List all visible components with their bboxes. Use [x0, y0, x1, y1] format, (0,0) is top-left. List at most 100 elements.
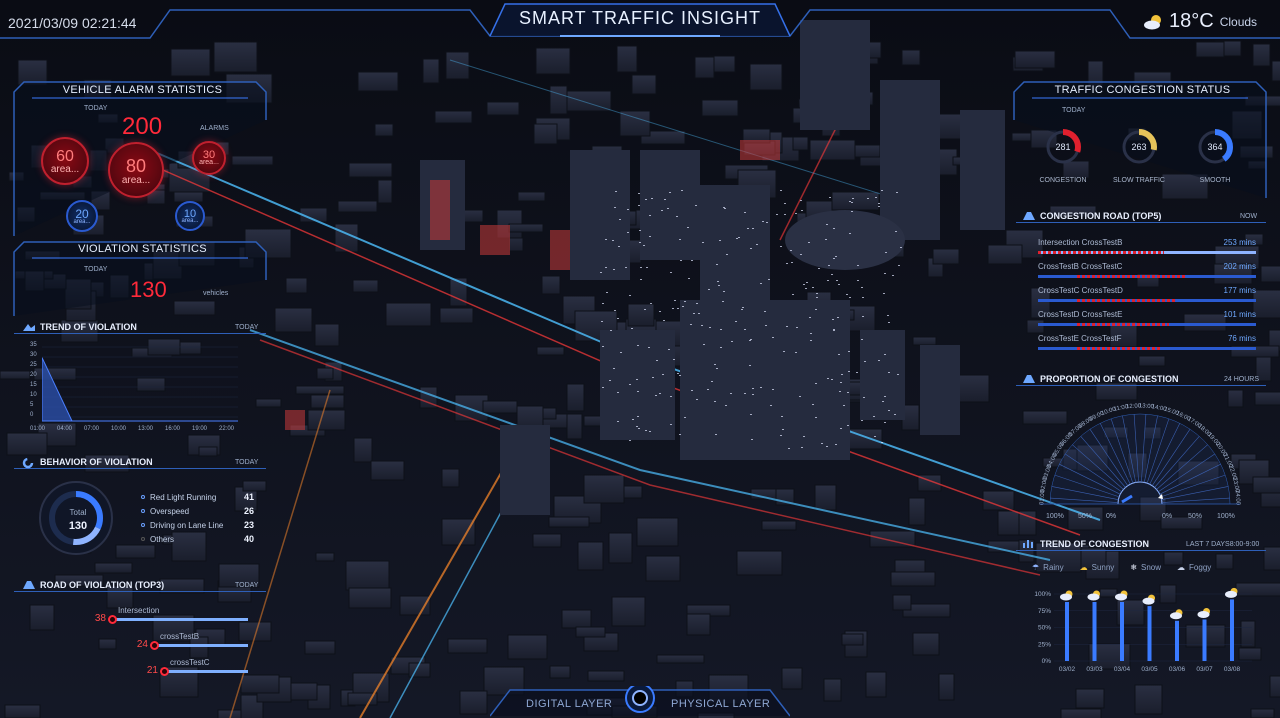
x-tick-label: 03/02 [1059, 666, 1076, 673]
trend-violation-x-axis: 01:00 04:00 07:00 10:00 13:00 16:00 19:00 22:00 [30, 426, 242, 436]
congestion-bar [1038, 251, 1256, 254]
congestion-bar [1038, 347, 1256, 350]
vehicle-alarm-today: TODAY [84, 105, 108, 112]
legend-dot-icon [141, 495, 145, 499]
cloud-icon [1225, 590, 1237, 598]
y-tick-label: 75% [1038, 608, 1051, 615]
congestion-bar-fill [1038, 251, 1165, 254]
legend-item[interactable]: ☁ Foggy [1177, 563, 1211, 572]
legend-item[interactable]: ☂ Rainy [1032, 563, 1064, 572]
congestion-value: 364 [1207, 142, 1223, 152]
road-duration: 76 mins [1227, 334, 1256, 343]
y-tick-label: 100% [1034, 591, 1051, 598]
behavior-legend-item[interactable]: Overspeed 26 [141, 504, 254, 518]
axis-label: 100% [1046, 513, 1064, 520]
alarm-bubble[interactable]: 10 area... [175, 201, 205, 231]
congestion-road-row[interactable]: CrossTestE CrossTestF 76 mins [1038, 334, 1256, 350]
road-icon [23, 581, 35, 589]
physical-layer-button[interactable]: PHYSICAL LAYER [671, 698, 770, 710]
cloud-icon [1142, 597, 1155, 605]
alarm-unit: area... [121, 175, 151, 186]
congestion-bar-fill [1077, 323, 1169, 326]
alarm-bubble[interactable]: 20 area... [66, 200, 98, 232]
behavior-label: Others [150, 534, 175, 544]
congestion-status-today: TODAY [1062, 107, 1086, 114]
weather-legend: ☂ Rainy ☁ Sunny ❄ Snow ☁ Foggy [1032, 563, 1211, 572]
behavior-donut-chart[interactable] [38, 480, 114, 556]
congestion-value: 281 [1055, 142, 1071, 152]
x-tick-label: 03/05 [1141, 666, 1158, 673]
violation-stats-today: TODAY [84, 266, 108, 273]
behavior-value: 41 [244, 492, 255, 502]
legend-label: Foggy [1189, 563, 1212, 572]
trend-congestion-chart[interactable]: 100% 75% 50% 25% 0% 03/02 03/03 03/04 03/05 03/06… [1022, 580, 1258, 680]
legend-label: Rainy [1043, 563, 1064, 572]
congestion-bar [1038, 275, 1256, 278]
road-duration: 101 mins [1223, 310, 1256, 319]
proportion-title: PROPORTION OF CONGESTION [1040, 374, 1179, 384]
trend-congestion-period: LAST 7 DAYS8:00-9:00 [1186, 541, 1260, 548]
alarm-bubble[interactable]: 60 area... [41, 137, 89, 185]
digital-layer-button[interactable]: DIGITAL LAYER [526, 698, 612, 710]
vehicle-alarm-alarms-label: ALARMS [200, 125, 229, 132]
behavior-legend-item[interactable]: Others 40 [141, 532, 254, 546]
violation-stats-value: 130 [130, 277, 167, 302]
proportion-period: 24 HOURS [1224, 376, 1260, 383]
proportion-radial-chart[interactable]: 01:0002:0003:0004:0005:0006:0007:0008:00… [1020, 392, 1270, 522]
x-tick-label: 01:00 [30, 426, 46, 432]
alarm-bubble[interactable]: 80 area... [108, 142, 164, 198]
behavior-value: 40 [244, 534, 255, 544]
road-violation-title: ROAD OF VIOLATION (TOP3) [40, 580, 165, 590]
legend-dot-icon [141, 509, 145, 513]
marker-icon [108, 615, 117, 624]
datetime: 2021/03/09 02:21:44 [8, 15, 137, 31]
axis-label: 0% [1162, 513, 1173, 520]
y-tick-label: 35 [30, 342, 37, 348]
congestion-road-row[interactable]: CrossTestD CrossTestE 101 mins [1038, 310, 1256, 326]
cloud-icon [1197, 611, 1210, 618]
legend-dot-icon [141, 523, 145, 527]
alarm-unit: area... [199, 159, 219, 166]
legend-item[interactable]: ☁ Sunny [1080, 563, 1115, 572]
y-tick-label: 50% [1038, 625, 1051, 632]
congestion-label: SLOW TRAFFIC [1113, 177, 1165, 184]
legend-item[interactable]: ❄ Snow [1130, 563, 1161, 572]
behavior-value: 23 [244, 520, 255, 530]
violation-stats-title: VIOLATION STATISTICS [78, 243, 207, 255]
marker-icon [150, 641, 159, 650]
trend-violation-period: TODAY [235, 324, 259, 331]
congestion-road-row[interactable]: CrossTestC CrossTestD 177 mins [1038, 286, 1256, 302]
road-violation-bar[interactable] [113, 618, 248, 621]
congestion-road-row[interactable]: CrossTestB CrossTestC 202 mins [1038, 262, 1256, 278]
x-tick-label: 03/04 [1114, 666, 1131, 673]
cloud-icon [1170, 612, 1182, 620]
behavior-label: Red Light Running [150, 492, 217, 502]
axis-label: 100% [1217, 513, 1235, 520]
x-tick-label: 07:00 [84, 426, 100, 432]
x-tick-label: 03/06 [1169, 666, 1186, 673]
cloud-icon [1115, 593, 1127, 601]
road-violation-bar[interactable] [155, 644, 248, 647]
violation-stats-unit: vehicles [203, 290, 229, 297]
legend-dot-icon [141, 537, 145, 541]
congestion-bar-fill [1077, 299, 1176, 302]
alarm-bubble[interactable]: 30 area... [192, 141, 226, 175]
road-violation-count: 21 [146, 665, 158, 676]
x-tick-label: 16:00 [165, 426, 181, 432]
cloud-icon [1060, 593, 1072, 601]
y-tick-label: 0% [1042, 658, 1052, 665]
congestion-road-row[interactable]: Intersection CrossTestB 253 mins [1038, 238, 1256, 254]
x-tick-label: 03/07 [1196, 666, 1213, 673]
behavior-legend-item[interactable]: Red Light Running 41 [141, 490, 254, 504]
cloud-icon [1087, 593, 1100, 601]
road-duration: 253 mins [1223, 238, 1256, 247]
alarm-unit: area... [50, 164, 80, 175]
legend-label: Snow [1141, 563, 1162, 572]
alarm-unit: area... [181, 218, 199, 224]
behavior-legend-item[interactable]: Driving on Lane Line 23 [141, 518, 254, 532]
marker-icon [160, 667, 169, 676]
road-violation-bar[interactable] [165, 670, 248, 673]
congestion-bar [1092, 602, 1097, 661]
weather-widget: 18°C Clouds [1143, 10, 1257, 33]
rain-icon: ☂ [1032, 563, 1040, 572]
